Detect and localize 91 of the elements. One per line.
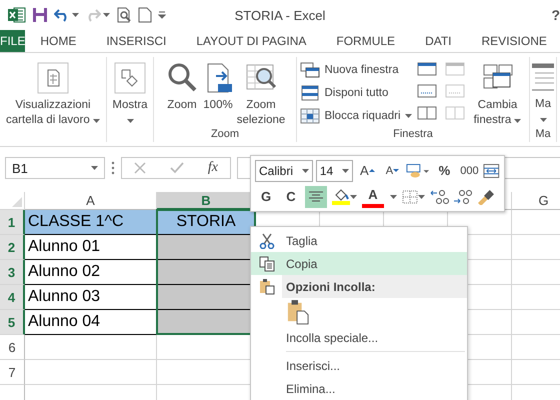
format-button[interactable]: G (255, 186, 277, 208)
grip-icon (111, 161, 115, 175)
ribbon-tab[interactable]: DATI (410, 30, 467, 52)
group-label: Ma (534, 128, 552, 142)
font-color-button[interactable]: A (362, 186, 384, 208)
shrink-font-button[interactable]: A (381, 160, 404, 182)
window-title: STORIA - Excel (234, 8, 326, 22)
row-header[interactable]: 2 (0, 235, 25, 260)
ribbon-button[interactable]: Mostra (109, 57, 151, 129)
caret-icon (302, 168, 309, 172)
font-name-field[interactable]: Calibri (255, 160, 313, 182)
ribbon-button[interactable]: Ma (532, 57, 554, 127)
menu-item[interactable]: Elimina... (251, 377, 467, 400)
ribbon-tab[interactable]: INSERISCI (91, 30, 182, 52)
row-header[interactable]: 7 (0, 360, 25, 385)
row-header[interactable]: 6 (0, 335, 25, 360)
ribbon-tab[interactable]: HOME (25, 30, 92, 52)
borders-icon[interactable] (402, 190, 418, 204)
name-box[interactable]: B1 (5, 157, 105, 179)
copy-icon (258, 256, 274, 272)
caret-icon (91, 166, 98, 170)
caret-icon (418, 194, 425, 198)
decrease-decimal-icon[interactable] (453, 188, 473, 204)
ribbon-button[interactable]: Disponi tutto (300, 82, 412, 103)
menu-item[interactable]: Copia (251, 252, 467, 275)
caret-icon (342, 168, 350, 172)
menu-item[interactable]: Inserisci... (251, 354, 467, 377)
center-align-button[interactable] (305, 186, 327, 208)
row-header[interactable]: 4 (0, 285, 25, 310)
format-button[interactable]: % (433, 160, 456, 182)
show-icon (114, 62, 146, 94)
ribbon-button[interactable]: Cambia finestra (470, 57, 526, 129)
caret-icon (126, 119, 134, 123)
ribbon-button[interactable]: Blocca riquadri (300, 105, 412, 126)
row-header[interactable]: 3 (0, 260, 25, 285)
table-cell: STORIA (157, 210, 256, 235)
window-view-icon[interactable] (416, 105, 437, 121)
ribbon-button[interactable]: 100% (201, 57, 235, 114)
group-label: Finestra (392, 128, 434, 142)
down-arrow-icon (393, 168, 400, 173)
ribbon-button[interactable]: Zoom selezione (237, 57, 285, 129)
format-painter-icon[interactable] (476, 188, 496, 204)
fill-color-icon[interactable] (332, 188, 350, 204)
font-size-field[interactable]: 14 (316, 160, 354, 182)
workbook-view-icon (37, 62, 69, 94)
caret-icon (540, 118, 546, 122)
clipboard-icon (258, 278, 274, 295)
arrange-all-icon (300, 84, 320, 100)
row-header[interactable]: 5 (0, 310, 25, 335)
table-cell: CLASSE 1^C (25, 210, 157, 235)
ribbon-tab[interactable]: REVISIONE (466, 30, 560, 52)
ribbon-tab[interactable]: FILE (0, 30, 26, 52)
insert-function-button[interactable]: fx (208, 160, 218, 176)
freeze-panes-icon (300, 108, 320, 124)
help-button[interactable]: ? (551, 7, 560, 23)
caret-icon (72, 13, 79, 17)
ribbon-tab[interactable]: FORMULE (321, 30, 410, 52)
new-window-icon (300, 62, 320, 78)
wrap-icon[interactable] (483, 162, 500, 178)
caret-icon (103, 13, 110, 17)
window-view-icon[interactable] (416, 83, 437, 99)
ribbon-button[interactable]: Visualizzazioni cartella di lavoro (2, 57, 104, 129)
format-button[interactable]: C (280, 186, 302, 208)
column-header[interactable]: A (25, 192, 157, 210)
caret-icon (404, 114, 412, 118)
align-center-icon (308, 190, 324, 202)
caret-icon (390, 194, 397, 198)
ribbon-tab[interactable]: LAYOUT DI PAGINA (181, 30, 322, 52)
up-arrow-icon (368, 168, 375, 173)
caret-icon (92, 119, 100, 123)
paste-option-icon[interactable] (287, 299, 309, 325)
row-header[interactable]: 1 (0, 210, 25, 235)
format-button[interactable]: 000 (458, 160, 480, 182)
caret-icon (350, 194, 357, 198)
print-preview-icon[interactable] (116, 7, 132, 23)
scissors-icon (258, 232, 274, 248)
check-icon[interactable] (170, 162, 184, 174)
menu-heading: Opzioni Incolla: (282, 275, 467, 298)
increase-decimal-icon[interactable] (430, 188, 450, 204)
window-view-icon[interactable] (416, 61, 437, 77)
customize-toolbar-icon[interactable] (158, 11, 166, 19)
grow-font-button[interactable]: A (356, 160, 378, 182)
caret-icon (514, 119, 522, 123)
ribbon-button[interactable]: Zoom (165, 57, 199, 114)
group-label: Zoom (210, 128, 240, 142)
spreadsheet-app-icon[interactable] (8, 7, 26, 23)
new-document-icon[interactable] (138, 7, 152, 23)
accounting-format-icon[interactable] (406, 162, 430, 178)
menu-item[interactable]: Incolla speciale... (251, 326, 467, 349)
ribbon-button[interactable]: Nuova finestra (300, 59, 412, 80)
zoom-icon (166, 62, 198, 94)
